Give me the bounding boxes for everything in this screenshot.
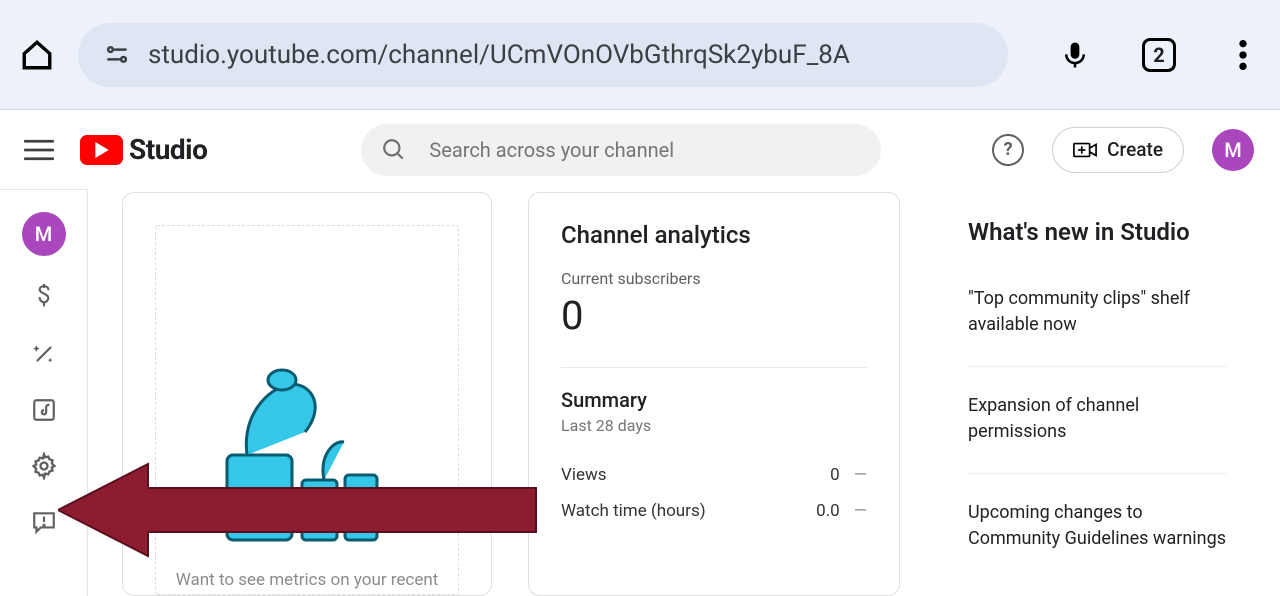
stat-row-watchtime[interactable]: Watch time (hours) 0.0 —: [561, 493, 867, 529]
whats-new-card: What's new in Studio "Top community clip…: [936, 192, 1258, 596]
stat-label: Watch time (hours): [561, 501, 706, 521]
upload-prompt-text: Want to see metrics on your recent: [176, 570, 439, 590]
hamburger-icon[interactable]: [24, 138, 54, 162]
site-settings-icon[interactable]: [104, 42, 130, 68]
create-button[interactable]: Create: [1052, 127, 1184, 173]
monetization-icon[interactable]: [30, 284, 58, 312]
youtube-studio-logo[interactable]: Studio: [80, 133, 207, 166]
upload-illustration: [202, 335, 412, 550]
search-placeholder: Search across your channel: [429, 138, 674, 162]
logo-text: Studio: [129, 133, 207, 166]
stat-label: Views: [561, 465, 607, 485]
help-button[interactable]: ?: [992, 134, 1024, 166]
news-title: What's new in Studio: [968, 218, 1226, 246]
news-item[interactable]: Upcoming changes to Community Guidelines…: [968, 500, 1226, 580]
youtube-play-icon: [80, 135, 123, 165]
kebab-menu-icon[interactable]: [1226, 38, 1260, 72]
summary-sub: Last 28 days: [561, 416, 867, 435]
avatar[interactable]: M: [1212, 129, 1254, 171]
studio-header: Studio Search across your channel ? Crea…: [0, 110, 1280, 190]
stat-row-views[interactable]: Views 0 —: [561, 457, 867, 493]
tab-count[interactable]: 2: [1142, 38, 1176, 72]
rail-avatar[interactable]: M: [22, 212, 66, 256]
omnibox[interactable]: studio.youtube.com/channel/UCmVOnOVbGthr…: [78, 23, 1008, 87]
magic-wand-icon[interactable]: [30, 340, 58, 368]
mic-icon[interactable]: [1058, 38, 1092, 72]
news-item[interactable]: Expansion of channel permissions: [968, 393, 1226, 474]
summary-title: Summary: [561, 388, 867, 412]
left-rail: M: [0, 190, 88, 596]
upload-card: Want to see metrics on your recent: [122, 192, 492, 596]
create-label: Create: [1107, 138, 1163, 161]
subs-value: 0: [561, 292, 867, 339]
subs-label: Current subscribers: [561, 269, 867, 288]
omnibox-url: studio.youtube.com/channel/UCmVOnOVbGthr…: [148, 40, 850, 70]
stat-value: 0.0: [816, 501, 840, 521]
create-icon: [1073, 140, 1097, 160]
divider: [561, 367, 867, 368]
channel-analytics-card: Channel analytics Current subscribers 0 …: [528, 192, 900, 596]
stat-delta: —: [854, 465, 867, 485]
home-icon[interactable]: [20, 38, 54, 72]
app-body: M: [0, 190, 1280, 596]
news-item[interactable]: "Top community clips" shelf available no…: [968, 286, 1226, 367]
upload-placeholder[interactable]: Want to see metrics on your recent: [155, 225, 459, 595]
audio-library-icon[interactable]: [30, 396, 58, 424]
analytics-title: Channel analytics: [561, 221, 867, 249]
browser-chrome: studio.youtube.com/channel/UCmVOnOVbGthr…: [0, 0, 1280, 110]
settings-icon[interactable]: [30, 452, 58, 480]
content-area: Want to see metrics on your recent Chann…: [88, 182, 1280, 596]
stat-delta: —: [854, 501, 867, 521]
feedback-icon[interactable]: [30, 508, 58, 536]
search-input[interactable]: Search across your channel: [361, 124, 881, 176]
search-icon: [381, 137, 407, 163]
stat-value: 0: [830, 465, 840, 485]
